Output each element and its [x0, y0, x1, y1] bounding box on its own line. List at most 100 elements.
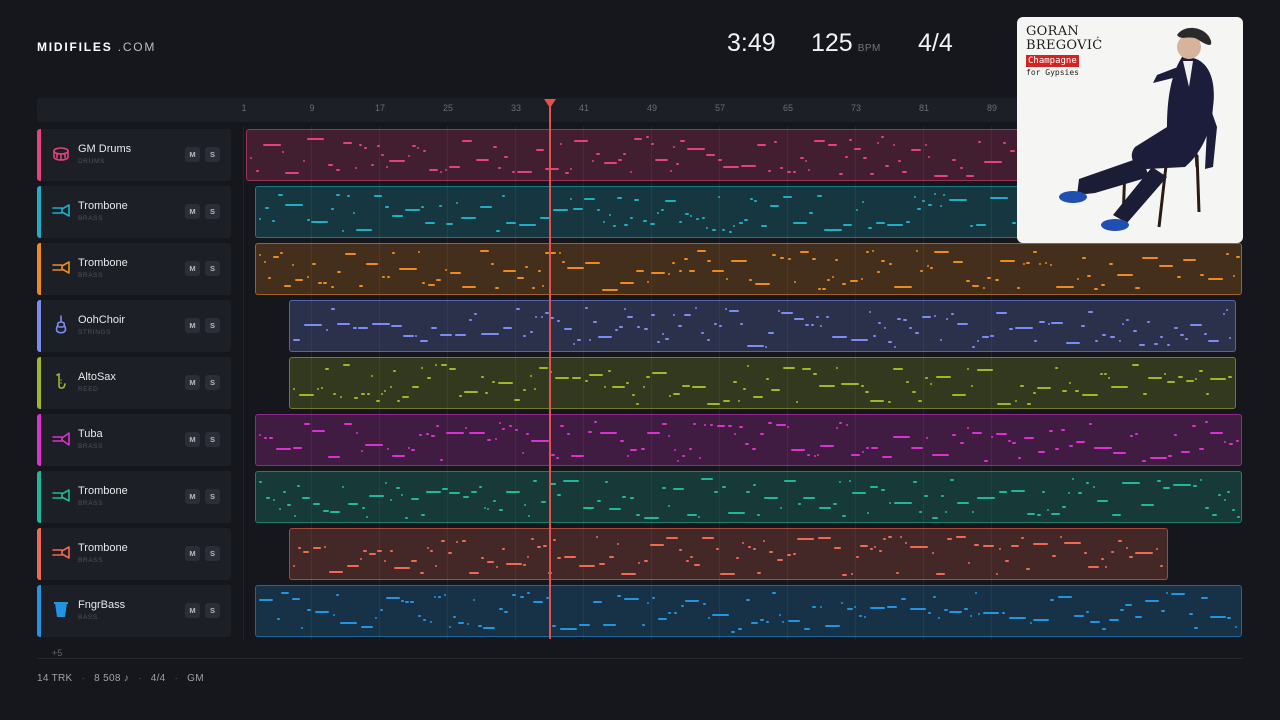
trombone-icon	[51, 543, 71, 563]
midi-note	[741, 542, 744, 544]
mute-button[interactable]: M	[185, 204, 200, 219]
midi-note	[831, 336, 847, 338]
track-clip[interactable]	[288, 528, 1168, 580]
solo-button[interactable]: S	[205, 432, 220, 447]
track-clip[interactable]	[254, 585, 1242, 637]
midi-note	[1217, 494, 1221, 496]
midi-note	[976, 340, 979, 342]
midi-note	[649, 223, 655, 225]
midi-note	[960, 167, 963, 169]
midi-note	[461, 540, 466, 542]
track-clip[interactable]	[254, 414, 1242, 466]
midi-note	[845, 156, 848, 158]
midi-note	[671, 262, 675, 264]
midi-note	[1032, 251, 1037, 253]
track-header[interactable]: Trombone BRASS M S	[37, 243, 231, 295]
midi-note	[886, 606, 897, 608]
midi-note	[876, 271, 880, 273]
track-name: FngrBass	[78, 599, 126, 611]
midi-note	[672, 488, 684, 490]
midi-note	[672, 314, 675, 316]
midi-note	[694, 307, 697, 309]
mute-button[interactable]: M	[185, 546, 200, 561]
midi-note	[808, 212, 813, 214]
track-header[interactable]: Trombone BRASS M S	[37, 186, 231, 238]
track-header[interactable]: AltoSax REED M S	[37, 357, 231, 409]
midi-note	[1234, 626, 1237, 628]
midi-note	[1225, 309, 1228, 311]
midi-note	[804, 324, 809, 326]
midi-note	[619, 440, 624, 442]
midi-note	[1118, 340, 1121, 342]
midi-note	[667, 505, 670, 507]
midi-note	[317, 282, 322, 284]
midi-note	[801, 368, 811, 370]
mute-button[interactable]: M	[185, 375, 200, 390]
midi-note	[787, 171, 791, 173]
track-family: BASS	[78, 614, 98, 621]
midi-note	[282, 491, 286, 493]
track-header[interactable]: OohChoir STRINGS M S	[37, 300, 231, 352]
solo-button[interactable]: S	[205, 318, 220, 333]
more-tracks-indicator[interactable]: +5	[52, 648, 62, 658]
midi-note	[1200, 597, 1208, 599]
track-header[interactable]: Trombone BRASS M S	[37, 528, 231, 580]
brand-logo[interactable]: MIDIFILES .COM	[37, 40, 156, 54]
midi-note	[645, 376, 650, 378]
solo-button[interactable]: S	[205, 147, 220, 162]
midi-note	[293, 515, 296, 517]
track-family: REED	[78, 386, 99, 393]
track-clip[interactable]	[254, 243, 1242, 295]
midi-note	[1121, 323, 1124, 325]
midi-note	[1117, 540, 1122, 542]
mute-button[interactable]: M	[185, 489, 200, 504]
midi-note	[435, 425, 439, 427]
mute-button[interactable]: M	[185, 432, 200, 447]
solo-button[interactable]: S	[205, 489, 220, 504]
midi-note	[767, 422, 772, 424]
track-header[interactable]: Trombone BRASS M S	[37, 471, 231, 523]
midi-note	[386, 166, 388, 168]
midi-note	[495, 230, 500, 232]
midi-note	[497, 382, 513, 384]
midi-note	[1020, 537, 1024, 539]
midi-note	[303, 160, 305, 162]
mute-button[interactable]: M	[185, 261, 200, 276]
midi-note	[390, 325, 402, 327]
midi-note	[919, 270, 923, 272]
track-header[interactable]: FngrBass BASS M S	[37, 585, 231, 637]
track-header[interactable]: Tuba BRASS M S	[37, 414, 231, 466]
mute-button[interactable]: M	[185, 147, 200, 162]
solo-button[interactable]: S	[205, 546, 220, 561]
track-header[interactable]: GM Drums DRUMS M S	[37, 129, 231, 181]
midi-note	[1223, 499, 1226, 501]
midi-note	[404, 601, 409, 603]
mute-button[interactable]: M	[185, 318, 200, 333]
track-count: 14 TRK	[37, 673, 73, 684]
midi-note	[750, 622, 758, 624]
solo-button[interactable]: S	[205, 603, 220, 618]
midi-note	[971, 432, 982, 434]
solo-button[interactable]: S	[205, 375, 220, 390]
track-clip[interactable]	[288, 300, 1236, 352]
midi-note	[869, 607, 885, 609]
midi-note	[335, 594, 339, 596]
midi-note	[339, 396, 342, 398]
midi-note	[678, 270, 682, 272]
solo-button[interactable]: S	[205, 261, 220, 276]
midi-note	[1054, 448, 1059, 450]
midi-note	[1109, 336, 1115, 338]
midi-note	[629, 217, 633, 219]
midi-note	[341, 486, 344, 488]
midi-note	[410, 560, 417, 562]
midi-note	[316, 388, 319, 390]
solo-button[interactable]: S	[205, 204, 220, 219]
track-clip[interactable]	[288, 357, 1236, 409]
midi-note	[302, 551, 309, 553]
track-clip[interactable]	[254, 471, 1242, 523]
playhead[interactable]	[549, 104, 551, 639]
mute-button[interactable]: M	[185, 603, 200, 618]
midi-note	[522, 389, 526, 391]
midi-note	[999, 260, 1015, 262]
midi-note	[1160, 610, 1165, 612]
